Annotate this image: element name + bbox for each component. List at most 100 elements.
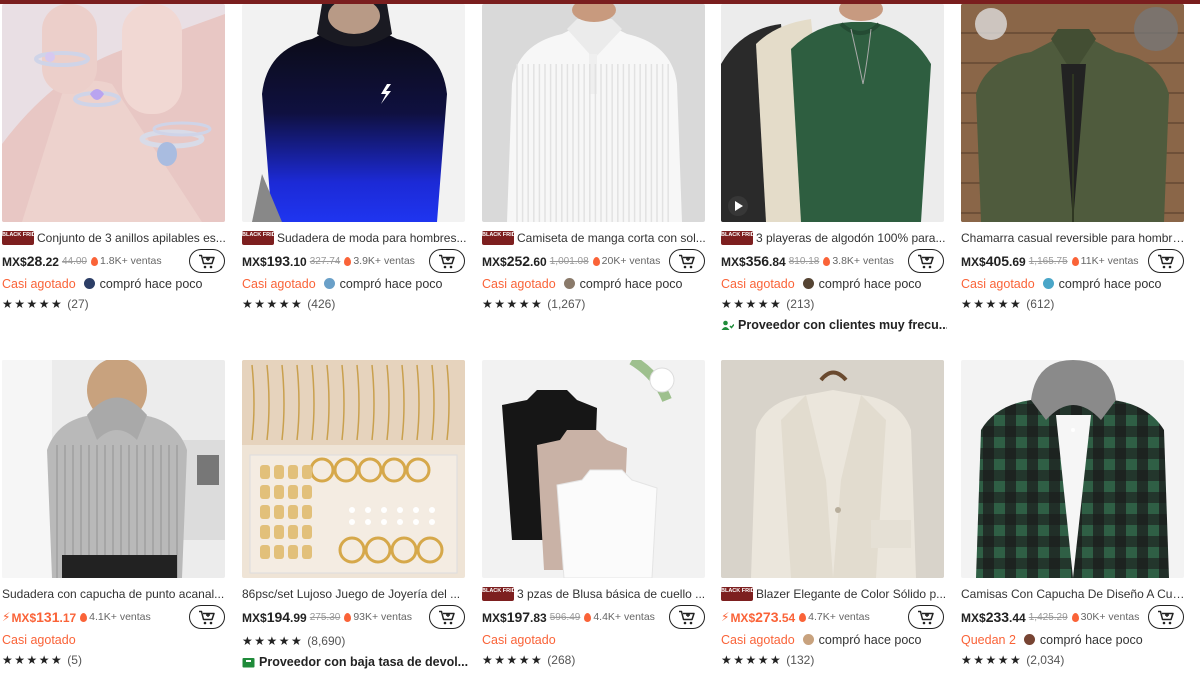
flash-sale-icon: ⚡: [2, 610, 11, 624]
stock-status: Casi agotado: [482, 276, 556, 291]
add-to-cart-button[interactable]: [189, 249, 225, 273]
product-title-row[interactable]: BLACK FRIDAY Conjunto de 3 anillos apilab…: [2, 229, 228, 247]
star-rating-icon: ★★★★★: [2, 653, 64, 667]
avatar: [802, 634, 814, 645]
cart-plus-icon: [918, 610, 934, 624]
product-title-row[interactable]: Sudadera con capucha de punto acanal...: [2, 585, 228, 603]
sales-count: 30K+ ventas: [1071, 611, 1139, 623]
avatar: [1023, 634, 1035, 645]
product-image[interactable]: [2, 360, 225, 578]
product-title-row[interactable]: BLACK FRIDAY 3 playeras de algodón 100% p…: [721, 229, 947, 247]
rating-row[interactable]: ★★★★★ (5): [2, 649, 228, 671]
product-title[interactable]: Blazer Elegante de Color Sólido p...: [756, 587, 946, 601]
product-image[interactable]: [242, 4, 465, 222]
product-title[interactable]: Camisas Con Capucha De Diseño A Cua...: [961, 587, 1187, 601]
product-card[interactable]: BLACK FRIDAY 3 pzas de Blusa básica de cu…: [482, 360, 708, 671]
recent-buyer: compró hace poco: [323, 277, 443, 291]
product-title-row[interactable]: BLACK FRIDAY Blazer Elegante de Color Sól…: [721, 585, 947, 603]
meta-row: Casi agotado: [2, 630, 228, 649]
product-card[interactable]: BLACK FRIDAY Blazer Elegante de Color Sól…: [721, 360, 947, 671]
meta-row: Casi agotado compró hace poco: [721, 274, 947, 293]
rating-row[interactable]: ★★★★★ (213): [721, 293, 947, 315]
rating-row[interactable]: ★★★★★ (612): [961, 293, 1187, 315]
product-image[interactable]: [482, 360, 705, 578]
product-title-row[interactable]: 86psc/set Lujoso Juego de Joyería del ..…: [242, 585, 468, 603]
product-title-row[interactable]: BLACK FRIDAY Sudadera de moda para hombre…: [242, 229, 468, 247]
product-image[interactable]: [242, 360, 465, 578]
product-image[interactable]: [961, 360, 1184, 578]
add-to-cart-button[interactable]: [429, 249, 465, 273]
meta-row: Casi agotado compró hace poco: [2, 274, 228, 293]
original-price: 1,165.75: [1028, 255, 1068, 267]
product-title[interactable]: Sudadera de moda para hombres...: [277, 231, 466, 245]
recent-buyer: compró hace poco: [802, 633, 922, 647]
review-count: (1,267): [547, 297, 586, 311]
product-card[interactable]: Camisas Con Capucha De Diseño A Cua... MX…: [961, 360, 1187, 671]
rating-row[interactable]: ★★★★★ (2,034): [961, 649, 1187, 671]
rating-row[interactable]: ★★★★★ (27): [2, 293, 228, 315]
play-video-icon[interactable]: [728, 196, 748, 216]
star-rating-icon: ★★★★★: [482, 653, 544, 667]
product-card[interactable]: BLACK FRIDAY 3 playeras de algodón 100% p…: [721, 4, 947, 335]
star-rating-icon: ★★★★★: [242, 634, 304, 648]
review-count: (8,690): [307, 634, 346, 648]
avatar: [563, 278, 575, 289]
add-to-cart-button[interactable]: [908, 605, 944, 629]
product-title[interactable]: Conjunto de 3 anillos apilables es...: [37, 231, 226, 245]
supplier-badge: Proveedor con clientes muy frecu...: [721, 315, 947, 335]
product-card[interactable]: BLACK FRIDAY Sudadera de moda para hombre…: [242, 4, 468, 315]
star-rating-icon: ★★★★★: [2, 297, 64, 311]
product-title-row[interactable]: Camisas Con Capucha De Diseño A Cua...: [961, 585, 1187, 603]
rating-row[interactable]: ★★★★★ (132): [721, 649, 947, 671]
recent-buyer: compró hace poco: [563, 277, 683, 291]
sales-count: 4.1K+ ventas: [80, 611, 151, 623]
add-to-cart-button[interactable]: [1148, 605, 1184, 629]
product-title-row[interactable]: BLACK FRIDAY 3 pzas de Blusa básica de cu…: [482, 585, 708, 603]
avatar: [83, 278, 95, 289]
original-price: 327.74: [309, 255, 341, 267]
product-title-row[interactable]: Chamarra casual reversible para hombre..…: [961, 229, 1187, 247]
product-card[interactable]: BLACK FRIDAY Camiseta de manga corta con …: [482, 4, 708, 315]
avatar: [802, 278, 814, 289]
meta-row: Quedan 2 compró hace poco: [961, 630, 1187, 649]
add-to-cart-button[interactable]: [908, 249, 944, 273]
avatar: [323, 278, 335, 289]
add-to-cart-button[interactable]: [429, 605, 465, 629]
review-count: (5): [67, 653, 82, 667]
original-price: 275.30: [309, 611, 341, 623]
product-card[interactable]: Chamarra casual reversible para hombre..…: [961, 4, 1187, 315]
black-friday-badge: BLACK FRIDAY: [721, 231, 762, 245]
stock-status: Casi agotado: [2, 632, 76, 647]
product-image[interactable]: [721, 360, 944, 578]
product-title[interactable]: Camiseta de manga corta con sol...: [517, 231, 706, 245]
product-title-row[interactable]: BLACK FRIDAY Camiseta de manga corta con …: [482, 229, 708, 247]
rating-row[interactable]: ★★★★★ (426): [242, 293, 468, 315]
add-to-cart-button[interactable]: [669, 605, 705, 629]
product-title[interactable]: 3 pzas de Blusa básica de cuello ...: [517, 587, 705, 601]
product-card[interactable]: Sudadera con capucha de punto acanal... ⚡…: [2, 360, 228, 671]
product-price: MX$252.60: [482, 253, 547, 269]
product-image[interactable]: [482, 4, 705, 222]
product-image[interactable]: [961, 4, 1184, 222]
add-to-cart-button[interactable]: [669, 249, 705, 273]
product-card[interactable]: 86psc/set Lujoso Juego de Joyería del ..…: [242, 360, 468, 672]
rating-row[interactable]: ★★★★★ (8,690): [242, 630, 468, 652]
add-to-cart-button[interactable]: [189, 605, 225, 629]
sales-count: 20K+ ventas: [592, 255, 660, 267]
product-title[interactable]: Chamarra casual reversible para hombre..…: [961, 231, 1187, 245]
cart-plus-icon: [918, 254, 934, 268]
sales-count: 3.9K+ ventas: [344, 255, 415, 267]
rating-row[interactable]: ★★★★★ (268): [482, 649, 708, 671]
rating-row[interactable]: ★★★★★ (1,267): [482, 293, 708, 315]
product-image[interactable]: [721, 4, 944, 222]
product-title[interactable]: 86psc/set Lujoso Juego de Joyería del ..…: [242, 587, 460, 601]
product-image[interactable]: [2, 4, 225, 222]
add-to-cart-button[interactable]: [1148, 249, 1184, 273]
product-title[interactable]: 3 playeras de algodón 100% para...: [756, 231, 945, 245]
price-row: MX$28.22 44.00 1.8K+ ventas: [2, 248, 228, 274]
product-title[interactable]: Sudadera con capucha de punto acanal...: [2, 587, 224, 601]
original-price: 1,001.08: [549, 255, 589, 267]
meta-row: Casi agotado compró hace poco: [961, 274, 1187, 293]
black-friday-badge: BLACK FRIDAY: [721, 587, 762, 601]
product-card[interactable]: BLACK FRIDAY Conjunto de 3 anillos apilab…: [2, 4, 228, 315]
